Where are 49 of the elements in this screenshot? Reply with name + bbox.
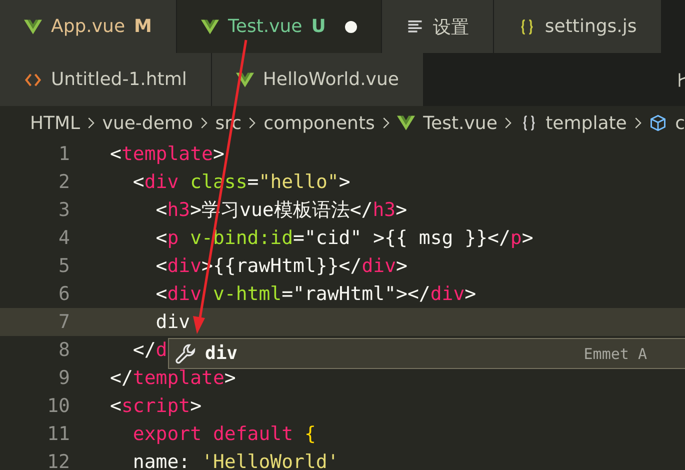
vue-icon (200, 18, 219, 36)
chevron-icon (382, 116, 390, 130)
line-number: 7 (58, 311, 70, 333)
line-number: 4 (58, 227, 70, 249)
vue-icon (24, 18, 42, 36)
vue-icon (236, 70, 254, 88)
chevron-icon (634, 116, 642, 130)
git-status: M (134, 16, 152, 37)
editor-tab[interactable]: Test.vue U (176, 0, 382, 53)
code-line: export default { (132, 423, 316, 445)
code-line: name: 'HelloWorld' (132, 451, 339, 470)
chevron-icon (87, 116, 96, 130)
breadcrumb-item[interactable]: vue-demo (102, 112, 193, 134)
breadcrumb-item[interactable]: template (520, 112, 627, 134)
code-line: </template> (110, 367, 236, 389)
line-number: 5 (58, 255, 70, 277)
chevron-icon (200, 116, 208, 130)
cube-icon (649, 114, 668, 132)
chevron-icon (248, 116, 257, 130)
editor-tab[interactable]: App.vue M (0, 0, 177, 53)
editor-tab[interactable]: HelloWorld.vue (212, 53, 424, 106)
suggestion-detail: Emmet A (584, 344, 648, 362)
line-number: 11 (46, 423, 70, 445)
chevron-icon (504, 116, 513, 130)
code-line: </d (132, 339, 168, 361)
editor-tab[interactable]: Untitled-1.html (0, 53, 212, 106)
code-line: div (154, 311, 190, 333)
suggestion-item[interactable]: div Emmet A (168, 338, 685, 369)
code-line: <div v-html="rawHtml"></div> (154, 283, 476, 305)
list-icon (406, 18, 424, 36)
breadcrumb-item[interactable]: HTML (30, 112, 80, 134)
editor-tab[interactable]: settings.js (494, 0, 662, 53)
line-number: 2 (58, 171, 70, 193)
breadcrumb-item[interactable]: Test.vue (397, 112, 498, 134)
breadcrumb-item[interactable]: components (264, 112, 375, 134)
line-number: 3 (58, 199, 70, 221)
line-number: 8 (58, 339, 70, 361)
line-number: 6 (58, 283, 70, 305)
code-line: <template> (110, 143, 224, 165)
wrench-icon (175, 342, 197, 364)
git-status: U (311, 16, 326, 37)
line-number: 1 (58, 143, 70, 165)
line-number: 9 (58, 367, 70, 389)
line-number: 10 (46, 395, 70, 417)
editor-tab[interactable]: 设置 (382, 0, 494, 53)
vue-icon (397, 114, 416, 132)
breadcrumb-item[interactable]: c (649, 112, 685, 134)
line-number: 12 (46, 451, 70, 470)
code-line: <script> (110, 395, 202, 417)
